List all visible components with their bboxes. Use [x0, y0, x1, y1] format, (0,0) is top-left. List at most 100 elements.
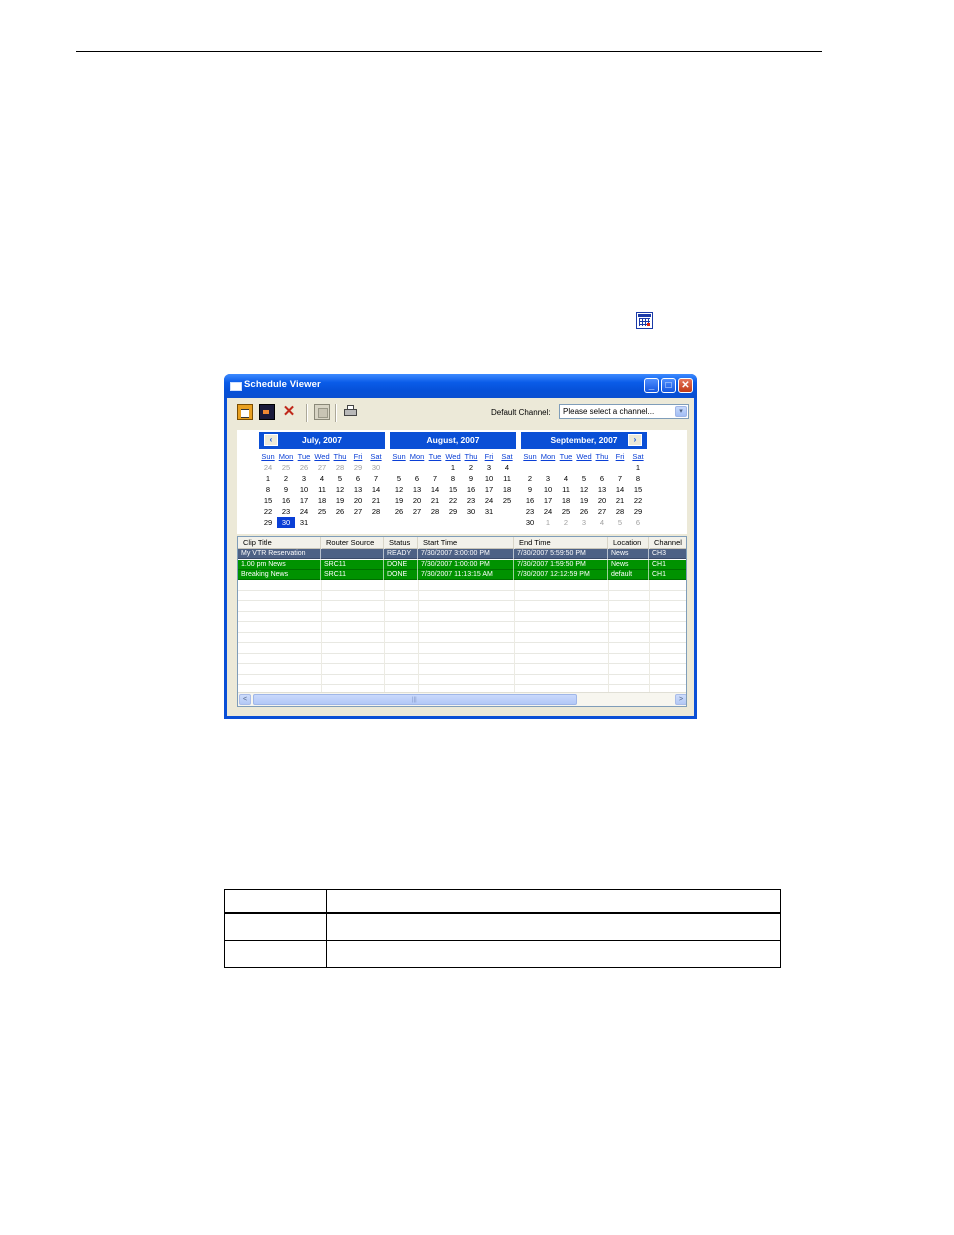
calendar-day[interactable]: 24: [295, 506, 313, 517]
calendar-day[interactable]: 5: [611, 517, 629, 528]
calendar-day[interactable]: 8: [444, 473, 462, 484]
scroll-thumb[interactable]: |||: [253, 694, 577, 705]
calendar-day[interactable]: 26: [331, 506, 349, 517]
calendar-day[interactable]: 30: [521, 517, 539, 528]
day-of-week-header[interactable]: Thu: [462, 452, 480, 461]
day-of-week-header[interactable]: Fri: [480, 452, 498, 461]
calendar-day[interactable]: 6: [408, 473, 426, 484]
edit-record-icon[interactable]: [259, 404, 275, 420]
calendar-day[interactable]: 30: [367, 462, 385, 473]
calendar-day[interactable]: 11: [313, 484, 331, 495]
calendar-day[interactable]: 16: [462, 484, 480, 495]
calendar-day[interactable]: 16: [521, 495, 539, 506]
calendar-day[interactable]: 22: [444, 495, 462, 506]
selected-day[interactable]: 30: [277, 517, 295, 528]
scroll-right-button[interactable]: >: [675, 694, 686, 705]
calendar-day[interactable]: 22: [259, 506, 277, 517]
calendar-day[interactable]: 4: [557, 473, 575, 484]
day-of-week-header[interactable]: Sun: [259, 452, 277, 461]
calendar-day[interactable]: 5: [390, 473, 408, 484]
day-of-week-header[interactable]: Wed: [575, 452, 593, 461]
maximize-button[interactable]: □: [661, 378, 676, 393]
calendar-day[interactable]: 1: [259, 473, 277, 484]
calendar-day[interactable]: 27: [408, 506, 426, 517]
calendar-day[interactable]: 31: [480, 506, 498, 517]
delete-icon[interactable]: ✕: [281, 404, 297, 420]
calendar-day[interactable]: 20: [349, 495, 367, 506]
calendar-day[interactable]: 30: [462, 506, 480, 517]
calendar-day[interactable]: 29: [259, 517, 277, 528]
table-row[interactable]: 1.00 pm News SRC11 DONE 7/30/2007 1:00:00 P…: [238, 559, 686, 570]
calendar-day[interactable]: 9: [521, 484, 539, 495]
calendar-day[interactable]: 29: [629, 506, 647, 517]
column-header[interactable]: Status: [384, 537, 418, 548]
calendar-day[interactable]: 23: [277, 506, 295, 517]
default-channel-select[interactable]: Please select a channel... ▾: [559, 404, 689, 419]
title-bar[interactable]: Schedule Viewer _ □ ✕: [224, 374, 697, 398]
calendar-day[interactable]: 4: [593, 517, 611, 528]
calendar-day[interactable]: 31: [295, 517, 313, 528]
calendar-day[interactable]: 2: [521, 473, 539, 484]
calendar-day[interactable]: 26: [295, 462, 313, 473]
calendar-day[interactable]: 28: [331, 462, 349, 473]
table-row[interactable]: Breaking News SRC11 DONE 7/30/2007 11:13:15…: [238, 570, 686, 580]
calendar-day[interactable]: 2: [462, 462, 480, 473]
calendar-day[interactable]: 1: [629, 462, 647, 473]
prev-month-button[interactable]: ‹: [264, 434, 278, 446]
calendar-day[interactable]: 24: [259, 462, 277, 473]
calendar-day[interactable]: 25: [277, 462, 295, 473]
calendar-day[interactable]: 7: [611, 473, 629, 484]
calendar-day[interactable]: 10: [295, 484, 313, 495]
calendar-day[interactable]: 6: [349, 473, 367, 484]
calendar-day[interactable]: 20: [593, 495, 611, 506]
calendar-day[interactable]: 15: [629, 484, 647, 495]
calendar-day[interactable]: 21: [367, 495, 385, 506]
calendar-day[interactable]: 20: [408, 495, 426, 506]
calendar-day[interactable]: 24: [480, 495, 498, 506]
calendar-day[interactable]: 27: [349, 506, 367, 517]
day-of-week-header[interactable]: Tue: [295, 452, 313, 461]
calendar-day[interactable]: 18: [498, 484, 516, 495]
calendar-day[interactable]: 1: [444, 462, 462, 473]
day-of-week-header[interactable]: Mon: [277, 452, 295, 461]
calendar-day[interactable]: 14: [367, 484, 385, 495]
calendar-day[interactable]: 25: [313, 506, 331, 517]
calendar-day[interactable]: 27: [593, 506, 611, 517]
next-month-button[interactable]: ›: [628, 434, 642, 446]
calendar-day[interactable]: 23: [462, 495, 480, 506]
calendar-day[interactable]: 12: [331, 484, 349, 495]
calendar-day[interactable]: 7: [367, 473, 385, 484]
day-of-week-header[interactable]: Mon: [408, 452, 426, 461]
calendar-day[interactable]: 3: [295, 473, 313, 484]
column-header[interactable]: Clip Title: [238, 537, 321, 548]
day-of-week-header[interactable]: Sat: [367, 452, 385, 461]
calendar-day[interactable]: 5: [331, 473, 349, 484]
day-of-week-header[interactable]: Wed: [444, 452, 462, 461]
calendar-day[interactable]: 2: [277, 473, 295, 484]
calendar-day[interactable]: 17: [295, 495, 313, 506]
table-row[interactable]: My VTR Reservation READY 7/30/2007 3:00:00…: [238, 549, 686, 559]
calendar-day[interactable]: 15: [259, 495, 277, 506]
day-of-week-header[interactable]: Fri: [349, 452, 367, 461]
calendar-day[interactable]: 8: [629, 473, 647, 484]
calendar-day[interactable]: 19: [390, 495, 408, 506]
calendar-day[interactable]: 5: [575, 473, 593, 484]
calendar-day[interactable]: 4: [498, 462, 516, 473]
day-of-week-header[interactable]: Thu: [593, 452, 611, 461]
calendar-day[interactable]: 10: [539, 484, 557, 495]
column-header[interactable]: End Time: [514, 537, 608, 548]
calendar-day[interactable]: 25: [498, 495, 516, 506]
day-of-week-header[interactable]: Tue: [557, 452, 575, 461]
new-record-icon[interactable]: [237, 404, 253, 420]
print-icon[interactable]: [343, 404, 359, 420]
calendar-day[interactable]: 11: [557, 484, 575, 495]
minimize-button[interactable]: _: [644, 378, 659, 393]
day-of-week-header[interactable]: Tue: [426, 452, 444, 461]
calendar-day[interactable]: 12: [390, 484, 408, 495]
calendar-day[interactable]: 18: [557, 495, 575, 506]
column-header[interactable]: Channel: [649, 537, 686, 548]
day-of-week-header[interactable]: Thu: [331, 452, 349, 461]
calendar-day[interactable]: 11: [498, 473, 516, 484]
calendar-day[interactable]: 23: [521, 506, 539, 517]
calendar-day[interactable]: 17: [480, 484, 498, 495]
